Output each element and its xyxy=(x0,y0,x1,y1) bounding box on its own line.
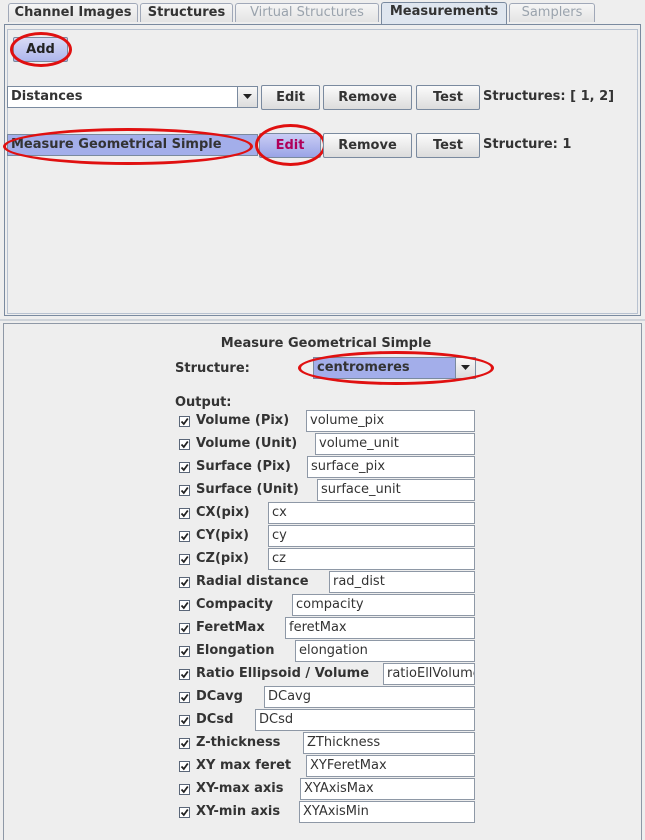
output-name-field[interactable]: cz xyxy=(268,548,475,570)
output-checkbox[interactable] xyxy=(179,416,190,427)
output-checkbox[interactable] xyxy=(179,577,190,588)
output-name-field[interactable]: XYFeretMax xyxy=(306,755,475,777)
output-label-text: Radial distance xyxy=(196,574,309,589)
test-button[interactable]: Test xyxy=(416,133,480,158)
output-label-text: FeretMax xyxy=(196,620,265,635)
output-label-text: DCavg xyxy=(196,689,243,704)
measurement-select-value: Measure Geometrical Simple xyxy=(11,137,222,152)
output-label-text: Z-thickness xyxy=(196,735,281,750)
output-name-field[interactable]: XYAxisMin xyxy=(299,801,475,823)
output-checkbox[interactable] xyxy=(179,669,190,680)
output-name-field[interactable]: DCsd xyxy=(255,709,475,731)
output-name-field[interactable]: compacity xyxy=(292,594,475,616)
output-name-field[interactable]: elongation xyxy=(295,640,475,662)
output-label: Output: xyxy=(175,395,232,410)
output-name-field[interactable]: surface_unit xyxy=(317,479,475,501)
output-label-text: XY-max axis xyxy=(196,781,284,796)
output-checkbox[interactable] xyxy=(179,807,190,818)
output-name-field[interactable]: cx xyxy=(268,502,475,524)
structure-select[interactable]: centromeres xyxy=(313,357,476,379)
tab-measurements[interactable]: Measurements xyxy=(381,2,507,24)
tab-samplers[interactable]: Samplers xyxy=(509,3,595,22)
edit-button[interactable]: Edit xyxy=(261,85,320,110)
output-label-text: CZ(pix) xyxy=(196,551,249,566)
output-name-field[interactable]: XYAxisMax xyxy=(300,778,475,800)
tab-bar: Channel Images Structures Virtual Struct… xyxy=(0,0,645,24)
remove-button[interactable]: Remove xyxy=(323,85,412,110)
measurement-select-value: Distances xyxy=(11,89,83,104)
measurements-list-inner xyxy=(7,29,638,314)
output-label-text: Volume (Pix) xyxy=(196,413,290,428)
output-name-field[interactable]: ratioEllVolume xyxy=(383,663,475,685)
output-label-text: XY max feret xyxy=(196,758,292,773)
output-label-text: Compacity xyxy=(196,597,273,612)
output-name-field[interactable]: volume_unit xyxy=(315,433,475,455)
structures-info: Structure: 1 xyxy=(483,137,572,152)
chevron-down-icon[interactable] xyxy=(455,358,475,378)
output-label-text: Surface (Unit) xyxy=(196,482,299,497)
output-checkbox[interactable] xyxy=(179,646,190,657)
structure-label: Structure: xyxy=(175,361,250,376)
output-checkbox[interactable] xyxy=(179,784,190,795)
output-checkbox[interactable] xyxy=(179,554,190,565)
output-name-field[interactable]: surface_pix xyxy=(307,456,475,478)
output-checkbox[interactable] xyxy=(179,738,190,749)
remove-button[interactable]: Remove xyxy=(323,133,412,158)
output-checkbox[interactable] xyxy=(179,531,190,542)
output-label-text: Elongation xyxy=(196,643,275,658)
output-name-field[interactable]: volume_pix xyxy=(306,410,475,432)
measurement-select[interactable]: Measure Geometrical Simple xyxy=(7,134,258,156)
tab-structures[interactable]: Structures xyxy=(140,3,233,22)
detail-title: Measure Geometrical Simple xyxy=(220,336,432,351)
output-checkbox[interactable] xyxy=(179,485,190,496)
structure-select-value: centromeres xyxy=(317,360,410,375)
output-checkbox[interactable] xyxy=(179,761,190,772)
output-checkbox[interactable] xyxy=(179,508,190,519)
output-checkbox[interactable] xyxy=(179,600,190,611)
output-name-field[interactable]: ZThickness xyxy=(303,732,475,754)
output-name-field[interactable]: DCavg xyxy=(264,686,475,708)
output-checkbox[interactable] xyxy=(179,715,190,726)
output-label-text: Ratio Ellipsoid / Volume xyxy=(196,666,370,681)
output-checkbox[interactable] xyxy=(179,439,190,450)
output-name-field[interactable]: cy xyxy=(268,525,475,547)
output-label-text: DCsd xyxy=(196,712,234,727)
output-checkbox[interactable] xyxy=(179,462,190,473)
test-button[interactable]: Test xyxy=(416,85,480,110)
output-label-text: CY(pix) xyxy=(196,528,249,543)
output-label-text: Volume (Unit) xyxy=(196,436,298,451)
add-button[interactable]: Add xyxy=(13,37,68,62)
edit-button[interactable]: Edit xyxy=(259,133,321,158)
tab-virtual-structures[interactable]: Virtual Structures xyxy=(235,3,379,22)
measurement-select[interactable]: Distances xyxy=(7,86,258,108)
output-label-text: CX(pix) xyxy=(196,505,250,520)
structures-info: Structures: [ 1, 2] xyxy=(483,89,615,104)
output-checkbox[interactable] xyxy=(179,623,190,634)
split-divider[interactable] xyxy=(0,319,645,321)
chevron-down-icon[interactable] xyxy=(237,87,257,107)
output-name-field[interactable]: rad_dist xyxy=(329,571,475,593)
output-name-field[interactable]: feretMax xyxy=(285,617,475,639)
output-label-text: Surface (Pix) xyxy=(196,459,291,474)
output-checkbox[interactable] xyxy=(179,692,190,703)
tab-channel-images[interactable]: Channel Images xyxy=(8,3,138,22)
output-label-text: XY-min axis xyxy=(196,804,281,819)
